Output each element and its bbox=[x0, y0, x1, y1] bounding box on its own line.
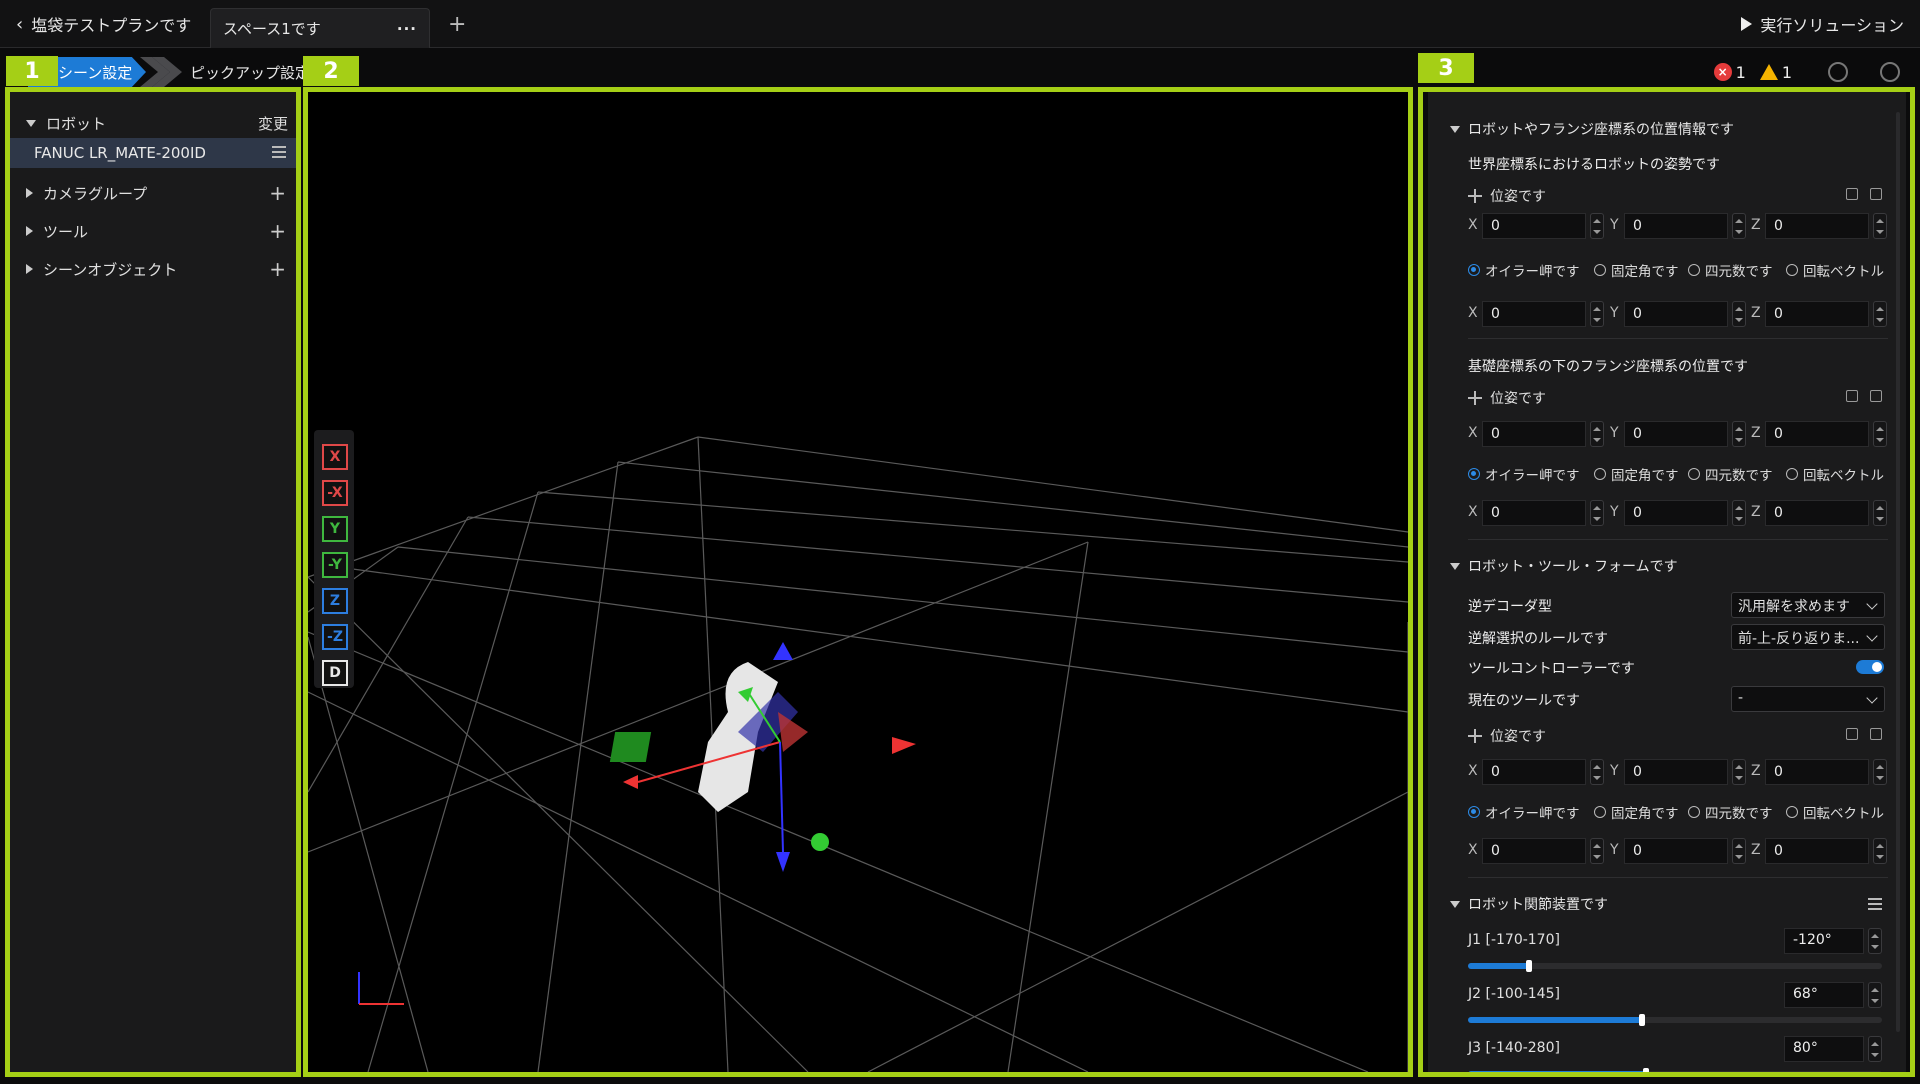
error-count[interactable]: × 1 bbox=[1713, 62, 1746, 82]
error-count-value: 1 bbox=[1735, 62, 1746, 82]
tab-scene-settings-label: シーン設定 bbox=[58, 63, 133, 82]
marker-2: 2 bbox=[303, 56, 359, 86]
back-button[interactable]: ‹ 塩袋テストプランです bbox=[16, 0, 191, 48]
run-solution-button[interactable]: 実行ソリューション bbox=[1741, 0, 1904, 48]
chevron-left-icon: ‹ bbox=[16, 13, 24, 35]
tab-menu-icon[interactable]: ··· bbox=[397, 20, 417, 38]
error-icon: × bbox=[1713, 63, 1732, 81]
tab-pickup-settings[interactable]: ピックアップ設定 bbox=[190, 57, 310, 87]
warning-icon bbox=[1759, 64, 1778, 80]
top-bar: ‹ 塩袋テストプランです スペース1です ··· + 実行ソリューション bbox=[0, 0, 1920, 48]
play-icon bbox=[1741, 17, 1753, 31]
run-solution-label: 実行ソリューション bbox=[1760, 16, 1904, 35]
status-area: × 1 1 bbox=[1713, 58, 1900, 86]
tab-pickup-settings-label: ピックアップ設定 bbox=[190, 63, 311, 82]
highlight-frame-2 bbox=[303, 87, 1413, 1077]
marker-1: 1 bbox=[6, 56, 58, 86]
globe-icon[interactable] bbox=[1880, 62, 1900, 82]
warning-count[interactable]: 1 bbox=[1759, 62, 1792, 82]
space-tab-label: スペース1です bbox=[223, 20, 321, 38]
marker-3: 3 bbox=[1418, 53, 1474, 83]
warning-count-value: 1 bbox=[1781, 62, 1792, 82]
plan-title: 塩袋テストプランです bbox=[31, 16, 192, 35]
highlight-frame-3 bbox=[1418, 87, 1915, 1077]
highlight-frame-1 bbox=[5, 87, 301, 1077]
tab-space-1[interactable]: スペース1です ··· bbox=[210, 8, 430, 48]
robot-arm-icon[interactable] bbox=[1828, 62, 1848, 82]
add-tab-button[interactable]: + bbox=[448, 12, 466, 37]
